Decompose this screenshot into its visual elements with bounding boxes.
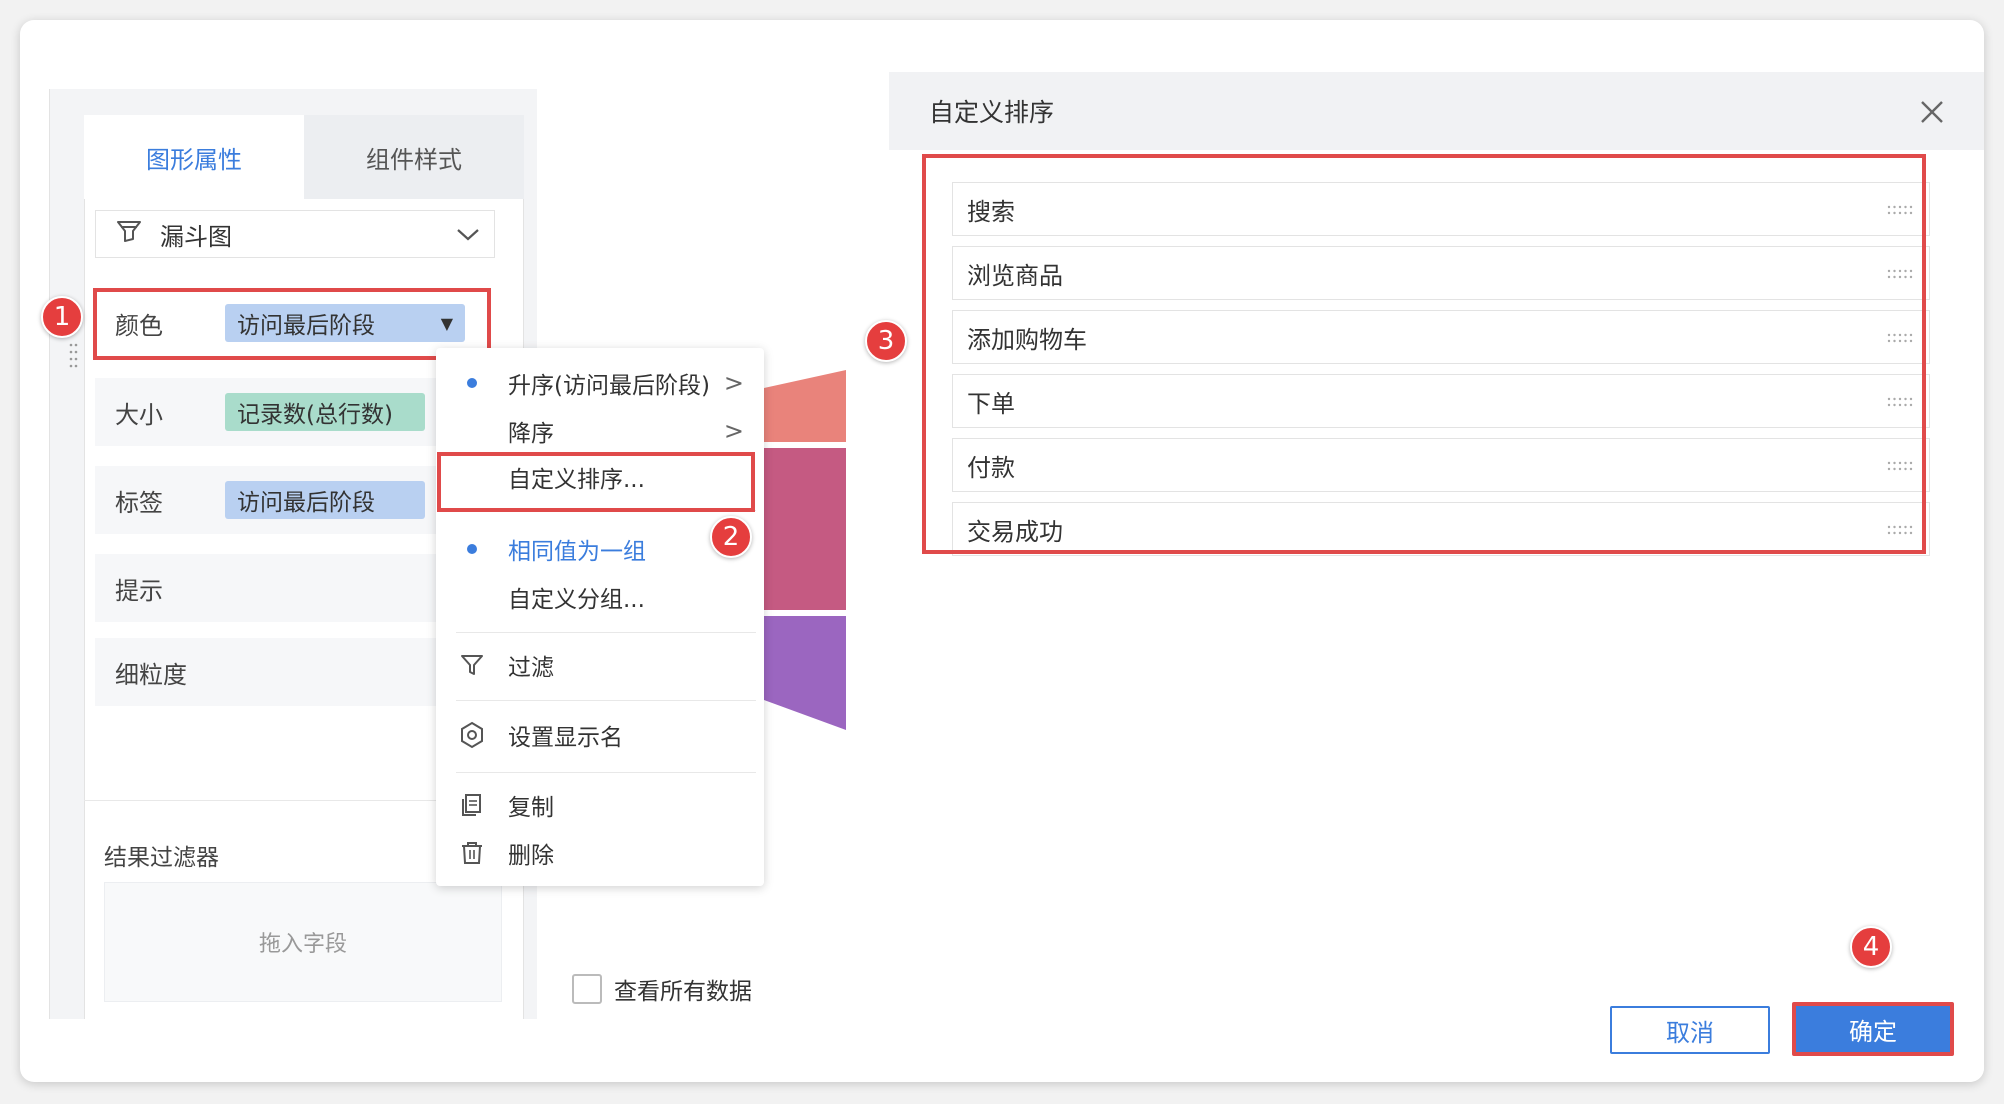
menu-separator — [456, 632, 756, 633]
menu-item-label: 复制 — [508, 795, 554, 821]
menu-item-label: 设置显示名 — [508, 725, 623, 751]
size-label: 大小 — [115, 400, 163, 429]
menu-item-copy[interactable]: 复制 — [436, 782, 764, 828]
field-drop-zone[interactable]: 拖入字段 — [104, 882, 502, 1002]
highlight-box-2 — [437, 452, 755, 512]
highlight-box-1 — [93, 288, 491, 360]
view-all-data-checkbox[interactable]: 查看所有数据 — [572, 972, 752, 1006]
funnel-segment-3 — [764, 616, 846, 730]
panel-tabs: 图形属性 组件样式 — [84, 115, 524, 199]
funnel-segment-1 — [764, 370, 846, 442]
step-badge-3: 3 — [865, 320, 907, 362]
step-badge-4: 4 — [1850, 926, 1892, 968]
trash-icon — [436, 840, 508, 866]
view-all-data-label: 查看所有数据 — [614, 979, 752, 1005]
selected-dot-icon — [436, 378, 508, 388]
funnel-segment-2 — [764, 448, 846, 610]
step-badge-1: 1 — [41, 296, 83, 338]
field-context-menu: 升序(访问最后阶段) > 降序 > 自定义排序... 相同值为一组 自定义分组.… — [436, 348, 764, 886]
app-window: 图形属性 组件样式 漏斗图 颜色 访问最后阶段 ▼ 1 大小 记录数(总行数) … — [20, 20, 1984, 1082]
menu-item-label: 删除 — [508, 843, 554, 869]
menu-item-label: 相同值为一组 — [508, 539, 646, 565]
chevron-right-icon: > — [723, 369, 744, 397]
result-filter-title: 结果过滤器 — [104, 845, 219, 871]
drop-placeholder: 拖入字段 — [258, 932, 347, 957]
label-field-pill[interactable]: 访问最后阶段 — [225, 481, 425, 519]
menu-item-custom-group[interactable]: 自定义分组... — [436, 574, 764, 620]
tooltip-label: 提示 — [115, 576, 163, 605]
menu-item-set-display-name[interactable]: 设置显示名 — [436, 712, 764, 758]
ok-button[interactable]: 确定 — [1792, 1002, 1954, 1056]
checkbox-box[interactable] — [572, 974, 602, 1004]
close-icon[interactable] — [1914, 94, 1950, 130]
menu-item-label: 自定义分组... — [508, 587, 645, 613]
funnel-icon — [116, 219, 142, 249]
menu-item-label: 升序(访问最后阶段) — [508, 373, 710, 399]
filter-icon — [436, 652, 508, 678]
tab-graphic-properties[interactable]: 图形属性 — [84, 115, 304, 199]
drag-handle-icon[interactable] — [69, 342, 79, 374]
tab-component-style[interactable]: 组件样式 — [304, 115, 524, 199]
menu-separator — [456, 772, 756, 773]
menu-item-delete[interactable]: 删除 — [436, 830, 764, 876]
chart-type-select[interactable]: 漏斗图 — [95, 210, 495, 258]
size-field-pill[interactable]: 记录数(总行数) — [225, 393, 425, 431]
chevron-down-icon — [456, 220, 480, 248]
menu-item-label: 降序 — [508, 421, 554, 447]
menu-item-filter[interactable]: 过滤 — [436, 642, 764, 688]
step-badge-2: 2 — [710, 516, 752, 558]
selected-dot-icon — [436, 544, 508, 554]
dialog-title: 自定义排序 — [929, 98, 1055, 127]
menu-separator — [456, 700, 756, 701]
menu-item-ascending[interactable]: 升序(访问最后阶段) > — [436, 360, 764, 406]
funnel-chart-fragment — [764, 370, 846, 730]
highlight-box-3 — [922, 154, 1926, 554]
label-label: 标签 — [115, 488, 163, 517]
cancel-button[interactable]: 取消 — [1610, 1006, 1770, 1054]
dialog-header: 自定义排序 — [889, 72, 1984, 150]
copy-icon — [436, 792, 508, 818]
menu-item-descending[interactable]: 降序 > — [436, 408, 764, 454]
chart-type-label: 漏斗图 — [160, 222, 232, 251]
chevron-right-icon: > — [723, 417, 744, 445]
gear-icon — [436, 721, 508, 749]
menu-item-label: 过滤 — [508, 655, 554, 681]
granularity-label: 细粒度 — [115, 660, 187, 689]
